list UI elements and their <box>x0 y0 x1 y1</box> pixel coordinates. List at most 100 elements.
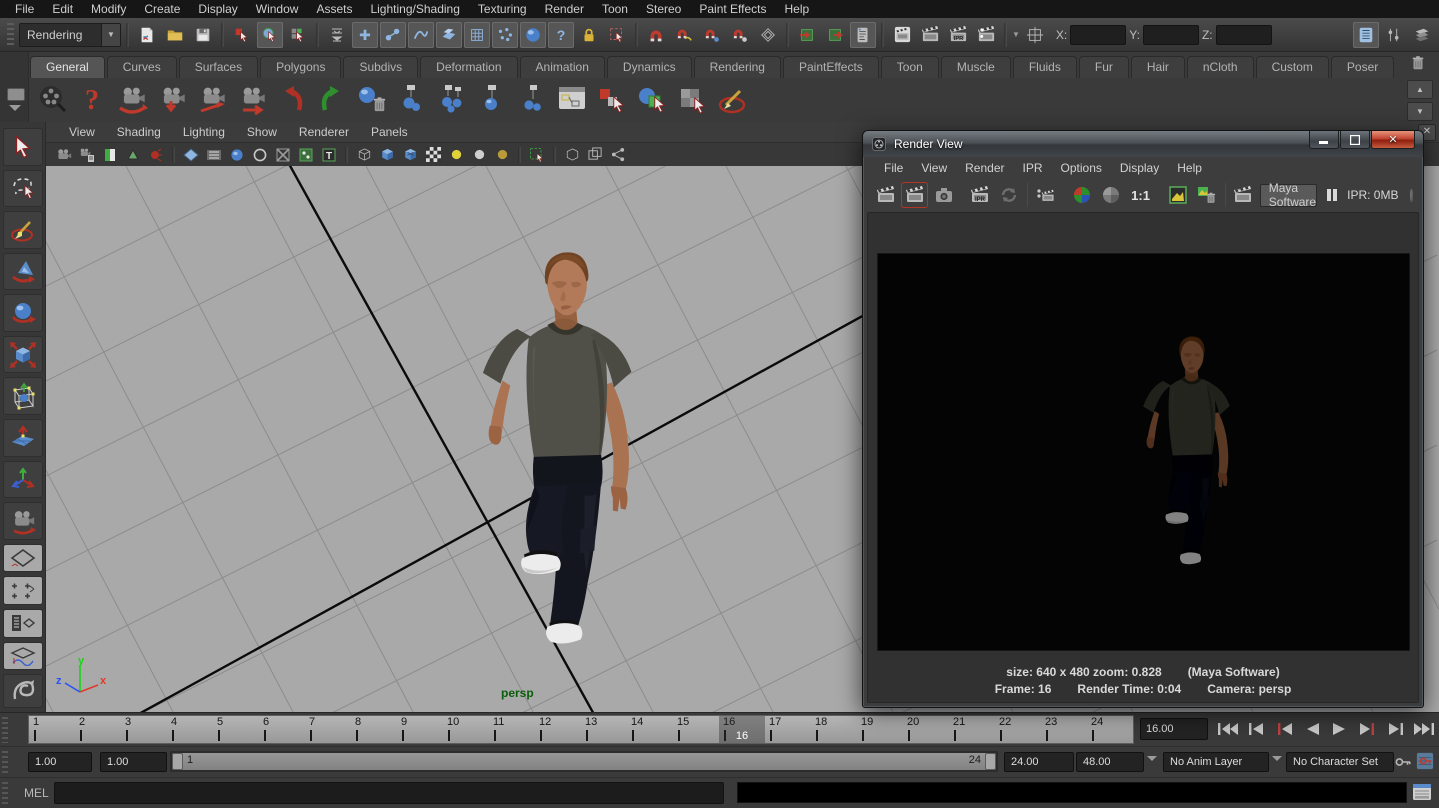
render-view-titlebar[interactable]: Render View ✕ <box>863 131 1423 157</box>
field-chart-icon[interactable] <box>250 146 270 164</box>
menubar-item[interactable]: Assets <box>307 0 361 18</box>
y-field[interactable] <box>1143 25 1199 45</box>
remove-image-icon[interactable] <box>1194 183 1219 207</box>
menubar-item[interactable]: File <box>6 0 43 18</box>
image-plane-icon[interactable] <box>123 146 143 164</box>
set-key-icon[interactable] <box>1394 753 1412 771</box>
shelf-tab[interactable]: Toon <box>881 56 939 78</box>
current-time-field[interactable] <box>1140 718 1208 740</box>
shelf-tab[interactable]: nCloth <box>1187 56 1254 78</box>
isolate-select-icon[interactable] <box>527 146 547 164</box>
command-language-label[interactable]: MEL <box>24 786 49 800</box>
trash-icon[interactable] <box>1409 54 1427 72</box>
mask-all-icon[interactable]: ✚ <box>352 22 378 48</box>
animation-end-field[interactable] <box>1076 752 1144 772</box>
display-rgb-icon[interactable] <box>1069 183 1094 207</box>
light-point-icon[interactable] <box>394 81 430 117</box>
default-light-icon[interactable] <box>469 146 489 164</box>
timeline-frame-cell[interactable]: 14 <box>627 716 673 743</box>
paint-select-tool[interactable] <box>3 211 43 249</box>
universal-manipulator-tool[interactable] <box>3 377 43 415</box>
step-forward-key-icon[interactable] <box>1356 719 1380 739</box>
menubar-item[interactable]: Texturing <box>469 0 536 18</box>
redo-arrow-icon[interactable] <box>314 81 350 117</box>
highlight-selection-icon[interactable] <box>604 22 630 48</box>
menu-set-dropdown[interactable]: Rendering ▼ <box>19 23 121 47</box>
last-tool-used[interactable] <box>3 502 43 540</box>
tool-settings-toggle-icon[interactable] <box>1381 22 1407 48</box>
panel-menu-item[interactable]: Shading <box>106 125 172 139</box>
timeline-frame-cell[interactable]: 13 <box>581 716 627 743</box>
timeline-frame-cell[interactable]: 9 <box>397 716 443 743</box>
z-field[interactable] <box>1216 25 1272 45</box>
command-input[interactable] <box>54 782 724 804</box>
render-view-menu-item[interactable]: Options <box>1052 161 1111 175</box>
safe-action-icon[interactable] <box>273 146 293 164</box>
range-end-handle[interactable] <box>985 753 996 770</box>
keep-image-icon[interactable] <box>1165 183 1190 207</box>
shelf-scroll-up-icon[interactable]: ▲ <box>1407 80 1433 99</box>
auto-keyframe-icon[interactable] <box>1416 752 1434 770</box>
use-all-lights-icon[interactable] <box>446 146 466 164</box>
help-question-icon[interactable]: ? <box>74 81 110 117</box>
ipr-render-icon[interactable]: IPR <box>945 22 971 48</box>
render-view-menu-item[interactable]: View <box>912 161 956 175</box>
attribute-editor-toggle-icon[interactable] <box>1353 22 1379 48</box>
timeline-frame-cell[interactable]: 5 <box>213 716 259 743</box>
animation-start-field[interactable] <box>28 752 92 772</box>
render-view-menu-item[interactable]: Display <box>1111 161 1168 175</box>
resolution-gate-icon[interactable] <box>204 146 224 164</box>
shelf-tab[interactable]: Polygons <box>260 56 341 78</box>
camera-dolly-icon[interactable] <box>234 81 270 117</box>
film-gate-icon[interactable] <box>181 146 201 164</box>
chevron-down-icon[interactable] <box>1272 756 1282 766</box>
camera-track-icon[interactable] <box>194 81 230 117</box>
channel-box-toggle-icon[interactable] <box>1409 22 1435 48</box>
timeline-frame-cell[interactable]: 11 <box>489 716 535 743</box>
construction-history-icon[interactable] <box>850 22 876 48</box>
select-object-shelf-icon[interactable] <box>634 81 670 117</box>
minimize-button[interactable] <box>1309 131 1339 149</box>
smooth-shade-icon[interactable] <box>377 146 397 164</box>
render-settings-icon[interactable]: " <box>1231 183 1256 207</box>
checker-texture-icon[interactable] <box>423 146 443 164</box>
timeline-frame-cell[interactable]: 18 <box>811 716 857 743</box>
shelf-tab[interactable]: Fur <box>1079 56 1129 78</box>
shelf-tab[interactable]: Poser <box>1331 56 1394 78</box>
new-scene-icon[interactable] <box>134 22 160 48</box>
shelf-tab[interactable]: Fluids <box>1013 56 1077 78</box>
select-component-icon[interactable] <box>285 22 311 48</box>
timeline-frame-cell[interactable]: 20 <box>903 716 949 743</box>
script-editor-icon[interactable] <box>1412 782 1432 802</box>
two-sided-lighting-icon[interactable] <box>146 146 166 164</box>
timeline-frame-cell[interactable]: 8 <box>351 716 397 743</box>
input-connections-icon[interactable] <box>794 22 820 48</box>
render-view-menu-item[interactable]: Help <box>1168 161 1211 175</box>
select-hierarchy-icon[interactable] <box>229 22 255 48</box>
render-icon[interactable] <box>873 183 898 207</box>
shelf-tab[interactable]: General <box>30 56 105 78</box>
lock-selection-icon[interactable] <box>576 22 602 48</box>
shelf-tab[interactable]: Rendering <box>694 56 781 78</box>
rendered-image[interactable] <box>877 253 1410 651</box>
snap-point-icon[interactable] <box>699 22 725 48</box>
shelf-tab-toggle-icon[interactable] <box>9 105 21 117</box>
soft-modification-tool[interactable] <box>3 419 43 457</box>
ipr-render-icon[interactable]: IPR <box>967 183 992 207</box>
undo-arrow-icon[interactable] <box>274 81 310 117</box>
timeline-frame-cell[interactable]: 15 <box>673 716 719 743</box>
output-connections-icon[interactable] <box>822 22 848 48</box>
shelf-scroll-down-icon[interactable]: ▼ <box>1407 102 1433 121</box>
timeline-frame-cell[interactable]: 6 <box>259 716 305 743</box>
step-forward-frame-icon[interactable] <box>1384 719 1408 739</box>
timeline-frame-cell[interactable]: 3 <box>121 716 167 743</box>
mask-deformations-icon[interactable] <box>464 22 490 48</box>
menubar-item[interactable]: Modify <box>82 0 135 18</box>
select-object-icon[interactable] <box>257 22 283 48</box>
mask-surfaces-icon[interactable] <box>436 22 462 48</box>
panel-menu-item[interactable]: Show <box>236 125 288 139</box>
light-single-icon[interactable] <box>474 81 510 117</box>
timeline-frame-cell[interactable]: 4 <box>167 716 213 743</box>
redo-previous-render-icon[interactable] <box>902 183 927 207</box>
scale-tool[interactable] <box>3 336 43 374</box>
